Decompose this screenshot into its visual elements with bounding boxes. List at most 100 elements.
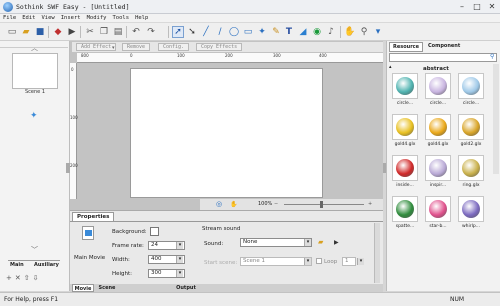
save-icon[interactable]: ■	[34, 26, 46, 38]
help-icon[interactable]: ▾	[372, 26, 384, 38]
pencil-tool-icon[interactable]: ∕	[214, 26, 226, 38]
move-down-icon[interactable]: ⇩	[33, 274, 42, 282]
menu-help[interactable]: Help	[132, 14, 151, 23]
frame-rate-dropdown-icon[interactable]: ▾	[176, 242, 183, 249]
open-sound-folder-icon[interactable]: ▰	[318, 238, 323, 246]
play-sound-icon[interactable]: ▶	[334, 239, 339, 246]
hand-tool-icon[interactable]: ✋	[344, 26, 356, 38]
resource-thumbnail[interactable]	[392, 73, 418, 99]
add-scene-icon[interactable]: ✦	[30, 111, 38, 121]
menu-tools[interactable]: Tools	[110, 14, 133, 23]
resource-scrollbar[interactable]	[493, 64, 499, 174]
line-tool-icon[interactable]: ╱	[200, 26, 212, 38]
start-scene-select[interactable]: Scene 1	[240, 257, 312, 266]
rectangle-tool-icon[interactable]: ▭	[242, 26, 254, 38]
tab-movie[interactable]: Movie	[72, 284, 94, 292]
star-tool-icon[interactable]: ✦	[256, 26, 268, 38]
resource-thumbnail[interactable]	[392, 196, 418, 222]
resource-thumbnail[interactable]	[425, 114, 451, 140]
resource-preview-icon	[462, 77, 480, 95]
search-icon[interactable]: ⚲	[490, 53, 494, 60]
sound-dropdown-icon[interactable]: ▾	[304, 239, 311, 246]
scroll-down-icon[interactable]: ﹀	[31, 245, 38, 255]
globe-icon[interactable]: ◎	[216, 200, 222, 208]
maximize-button[interactable]: □	[470, 1, 484, 12]
open-folder-icon[interactable]: ▰	[20, 26, 32, 38]
background-color-swatch[interactable]	[150, 227, 159, 236]
resource-thumbnail[interactable]	[458, 196, 484, 222]
subselect-tool-icon[interactable]: ➘	[186, 26, 198, 38]
config-button[interactable]: Config.	[158, 43, 190, 51]
menu-insert[interactable]: Insert	[58, 14, 84, 23]
properties-tab[interactable]: Properties	[72, 212, 115, 221]
cut-icon[interactable]: ✂	[84, 26, 96, 38]
tab-main[interactable]: Main	[10, 262, 24, 268]
add-scene-small-icon[interactable]: +	[6, 274, 15, 282]
loop-count-dropdown-icon[interactable]: ▾	[357, 258, 364, 265]
properties-scrollbar[interactable]	[374, 223, 380, 283]
zoom-in-icon[interactable]: +	[368, 201, 372, 207]
undo-icon[interactable]: ↶	[130, 26, 142, 38]
paste-icon[interactable]: ▤	[112, 26, 124, 38]
tab-output[interactable]: Output	[174, 284, 198, 292]
height-dropdown-icon[interactable]: ▾	[176, 270, 183, 277]
move-up-icon[interactable]: ⇧	[24, 274, 33, 282]
text-tool-icon[interactable]: T	[283, 26, 295, 38]
publish-icon[interactable]: ◆	[52, 26, 64, 38]
zoom-out-icon[interactable]: −	[274, 201, 278, 207]
tab-resource[interactable]: Resource	[389, 42, 424, 52]
left-panel-collapse-handle[interactable]	[66, 163, 70, 173]
hand-icon[interactable]: ✋	[230, 201, 237, 208]
start-scene-dropdown-icon[interactable]: ▾	[304, 258, 311, 265]
preview-icon[interactable]: ▶	[66, 26, 78, 38]
pen-tool-icon[interactable]: ✎	[270, 26, 282, 38]
menu-view[interactable]: View	[39, 14, 58, 23]
remove-button[interactable]: Remove	[122, 43, 151, 51]
delete-scene-icon[interactable]: ✕	[15, 274, 24, 282]
resource-thumbnail[interactable]	[392, 114, 418, 140]
width-dropdown-icon[interactable]: ▾	[176, 256, 183, 263]
stage-canvas[interactable]	[130, 68, 323, 198]
resource-thumbnail[interactable]	[425, 155, 451, 181]
zoom-tool-icon[interactable]: ⚲	[358, 26, 370, 38]
minimize-button[interactable]: –	[455, 1, 469, 12]
paint-bucket-icon[interactable]: ◢	[297, 26, 309, 38]
resource-thumbnail[interactable]	[458, 155, 484, 181]
tab-auxiliary[interactable]: Auxiliary	[34, 262, 59, 268]
menu-modify[interactable]: Modify	[84, 14, 110, 23]
add-effect-dropdown-icon[interactable]: ▾	[112, 45, 115, 51]
resource-thumbnail[interactable]	[425, 73, 451, 99]
import-sound-icon[interactable]: ♪	[325, 26, 337, 38]
zoom-slider[interactable]	[284, 204, 364, 205]
new-file-icon[interactable]: ▭	[6, 26, 18, 38]
close-button[interactable]: ✕	[485, 1, 499, 12]
tab-scene[interactable]: Scene	[96, 284, 118, 292]
resource-thumbnail[interactable]	[392, 155, 418, 181]
resource-thumbnail[interactable]	[458, 114, 484, 140]
copy-effects-button[interactable]: Copy Effects	[196, 43, 243, 51]
ruler-label: 100	[70, 115, 78, 120]
redo-icon[interactable]: ↷	[145, 26, 157, 38]
add-effect-button[interactable]: Add Effect	[76, 43, 117, 51]
copy-icon[interactable]: ❐	[98, 26, 110, 38]
menu-edit[interactable]: Edit	[19, 14, 38, 23]
select-tool-icon[interactable]: ➚	[172, 26, 184, 38]
resource-preview-icon	[396, 159, 414, 177]
ruler-label: 0	[71, 67, 74, 72]
zoom-slider-thumb[interactable]	[320, 201, 323, 208]
category-collapse-icon[interactable]: ▴	[389, 64, 393, 70]
resource-preview-icon	[396, 77, 414, 95]
ellipse-tool-icon[interactable]: ◯	[228, 26, 240, 38]
sound-select[interactable]: None	[240, 238, 312, 247]
tab-component[interactable]: Component	[425, 42, 463, 50]
scroll-up-icon[interactable]: ︿	[31, 43, 38, 53]
resource-thumbnail[interactable]	[425, 196, 451, 222]
resource-thumbnail[interactable]	[458, 73, 484, 99]
resource-search-input[interactable]	[389, 53, 497, 62]
loop-count-input[interactable]: 1	[342, 257, 356, 266]
loop-checkbox[interactable]	[316, 258, 322, 264]
zoom-level[interactable]: 100%	[258, 201, 272, 207]
import-image-icon[interactable]: ◉	[311, 26, 323, 38]
scene-thumbnail[interactable]	[12, 53, 58, 89]
menu-file[interactable]: File	[0, 14, 19, 23]
